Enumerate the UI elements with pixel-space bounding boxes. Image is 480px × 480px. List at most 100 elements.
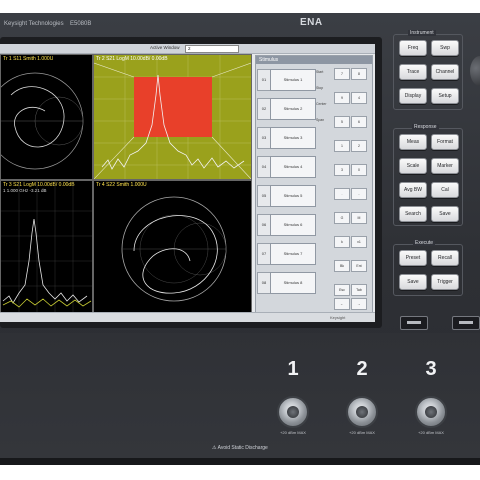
- status-text: Keysight: [330, 315, 346, 320]
- smith-chart-4: [121, 196, 227, 302]
- keypad-key[interactable]: Bk: [334, 260, 350, 272]
- softkey-row-number: 06: [257, 214, 271, 236]
- trace-window-3[interactable]: Tr 3 S21 LogM 10.00dB/ 0.00dB 1 1.000 GH…: [0, 180, 93, 314]
- keypad-key[interactable]: 8: [351, 68, 367, 80]
- trace-3-plot: [1, 181, 92, 313]
- softkey-button[interactable]: Stimulus 5: [270, 185, 316, 207]
- keypad-key[interactable]: M: [351, 212, 367, 224]
- display-key[interactable]: Display: [399, 88, 427, 104]
- port-1-label: 1: [287, 358, 299, 380]
- keypad-key[interactable]: Tab: [351, 284, 367, 296]
- port-1-warning: +20 dBm MAX: [280, 430, 306, 435]
- screen-toolbar: Active Window 2: [0, 44, 375, 54]
- keypad-key[interactable]: 4: [351, 92, 367, 104]
- avg-bw-key[interactable]: Avg BW: [399, 182, 427, 198]
- softkey-row-number: 01: [257, 69, 271, 91]
- port-3-label: 3: [425, 358, 437, 380]
- response-group-title: Response: [412, 124, 439, 130]
- front-panel-lower: [0, 333, 480, 458]
- keypad-key[interactable]: 5: [334, 116, 350, 128]
- keypad-key[interactable]: -: [351, 188, 367, 200]
- softkey-row-number: 03: [257, 127, 271, 149]
- keypad-key[interactable]: 1: [334, 140, 350, 152]
- format-key[interactable]: Format: [431, 134, 459, 150]
- port-2-label: 2: [356, 358, 368, 380]
- status-bar: Keysight: [0, 312, 375, 322]
- marker-key[interactable]: Marker: [431, 158, 459, 174]
- keypad-key[interactable]: G: [334, 212, 350, 224]
- softkey-row-number: 04: [257, 156, 271, 178]
- keypad-key[interactable]: 0: [351, 164, 367, 176]
- keypad-key[interactable]: 2: [351, 140, 367, 152]
- keypad-key[interactable]: k: [334, 236, 350, 248]
- channel-key[interactable]: Channel: [431, 64, 459, 80]
- keypad-key[interactable]: Esc: [334, 284, 350, 296]
- softkey-row-number: 08: [257, 272, 271, 294]
- softkey-row-number: 05: [257, 185, 271, 207]
- softkey-button[interactable]: Stimulus 7: [270, 243, 316, 265]
- keypad-key[interactable]: →: [351, 298, 367, 310]
- softkey-header: Stimulus: [256, 56, 372, 64]
- trace-window-1[interactable]: Tr 1 S11 Smith 1.000U: [0, 54, 93, 180]
- keypad-key[interactable]: 3: [334, 164, 350, 176]
- active-window-label: Active Window: [150, 45, 180, 50]
- keypad-key[interactable]: x1: [351, 236, 367, 248]
- save-key[interactable]: Save: [431, 206, 459, 222]
- save-recall-key[interactable]: Save: [399, 274, 427, 290]
- sweep-key[interactable]: Swp: [431, 40, 459, 56]
- port-2-warning: +20 dBm MAX: [349, 430, 375, 435]
- softkey-button[interactable]: Stimulus 3: [270, 127, 316, 149]
- usb-port-2[interactable]: [452, 316, 480, 330]
- softkey-row-number: 02: [257, 98, 271, 120]
- keypad-key[interactable]: .: [334, 188, 350, 200]
- brand-label: Keysight Technologies: [4, 21, 64, 27]
- display-screen[interactable]: Active Window 2 Tr 1 S11 Smith 1.000U Tr…: [0, 44, 375, 322]
- keypad-key[interactable]: Ent: [351, 260, 367, 272]
- recall-key[interactable]: Recall: [431, 250, 459, 266]
- cal-key[interactable]: Cal: [431, 182, 459, 198]
- side-note: Center: [316, 102, 327, 106]
- execute-group-title: Execute: [413, 240, 436, 246]
- softkey-button[interactable]: Stimulus 2: [270, 98, 316, 120]
- meas-key[interactable]: Meas: [399, 134, 427, 150]
- active-window-field[interactable]: 2: [185, 45, 239, 53]
- preset-key[interactable]: Preset: [399, 250, 427, 266]
- side-note: Start: [316, 70, 324, 74]
- keypad-key[interactable]: 7: [334, 68, 350, 80]
- softkey-panel: Stimulus 01 Stimulus 1 02 Stimulus 2 03 …: [255, 55, 373, 313]
- model-label: E5080B: [70, 21, 92, 27]
- port-2-center: [356, 406, 368, 418]
- softkey-row-number: 07: [257, 243, 271, 265]
- freq-key[interactable]: Freq: [399, 40, 427, 56]
- side-note: Stop: [316, 86, 324, 90]
- port-3-warning: +20 dBm MAX: [418, 430, 444, 435]
- scale-key[interactable]: Scale: [399, 158, 427, 174]
- trace-key[interactable]: Trace: [399, 64, 427, 80]
- keypad-key[interactable]: ←: [334, 298, 350, 310]
- trigger-key[interactable]: Trigger: [431, 274, 459, 290]
- search-key[interactable]: Search: [399, 206, 427, 222]
- smith-chart-1: [1, 72, 84, 170]
- bottom-trim: [0, 458, 480, 465]
- trace-window-2[interactable]: Tr 2 S21 LogM 10.00dB/ 0.00dB: [93, 54, 252, 180]
- port-1-center: [287, 406, 299, 418]
- trace-2-plot: [94, 55, 251, 179]
- softkey-header-label: Stimulus: [259, 57, 279, 63]
- side-note: Span: [316, 118, 325, 122]
- softkey-button[interactable]: Stimulus 4: [270, 156, 316, 178]
- static-warning-label: ⚠ Avoid Static Discharge: [212, 445, 268, 451]
- instrument-group-title: Instrument: [408, 30, 436, 36]
- setup-key[interactable]: Setup: [431, 88, 459, 104]
- port-2-connector[interactable]: [346, 396, 378, 428]
- port-1-connector[interactable]: [277, 396, 309, 428]
- softkey-button[interactable]: Stimulus 8: [270, 272, 316, 294]
- port-3-center: [425, 406, 437, 418]
- keypad-key[interactable]: 9: [334, 92, 350, 104]
- softkey-button[interactable]: Stimulus 6: [270, 214, 316, 236]
- usb-port-1[interactable]: [400, 316, 428, 330]
- trace-window-4[interactable]: Tr 4 S22 Smith 1.000U: [93, 180, 252, 314]
- softkey-button[interactable]: Stimulus 1: [270, 69, 316, 91]
- port-3-connector[interactable]: [415, 396, 447, 428]
- keypad-key[interactable]: 6: [351, 116, 367, 128]
- ena-logo: ENA: [300, 17, 323, 28]
